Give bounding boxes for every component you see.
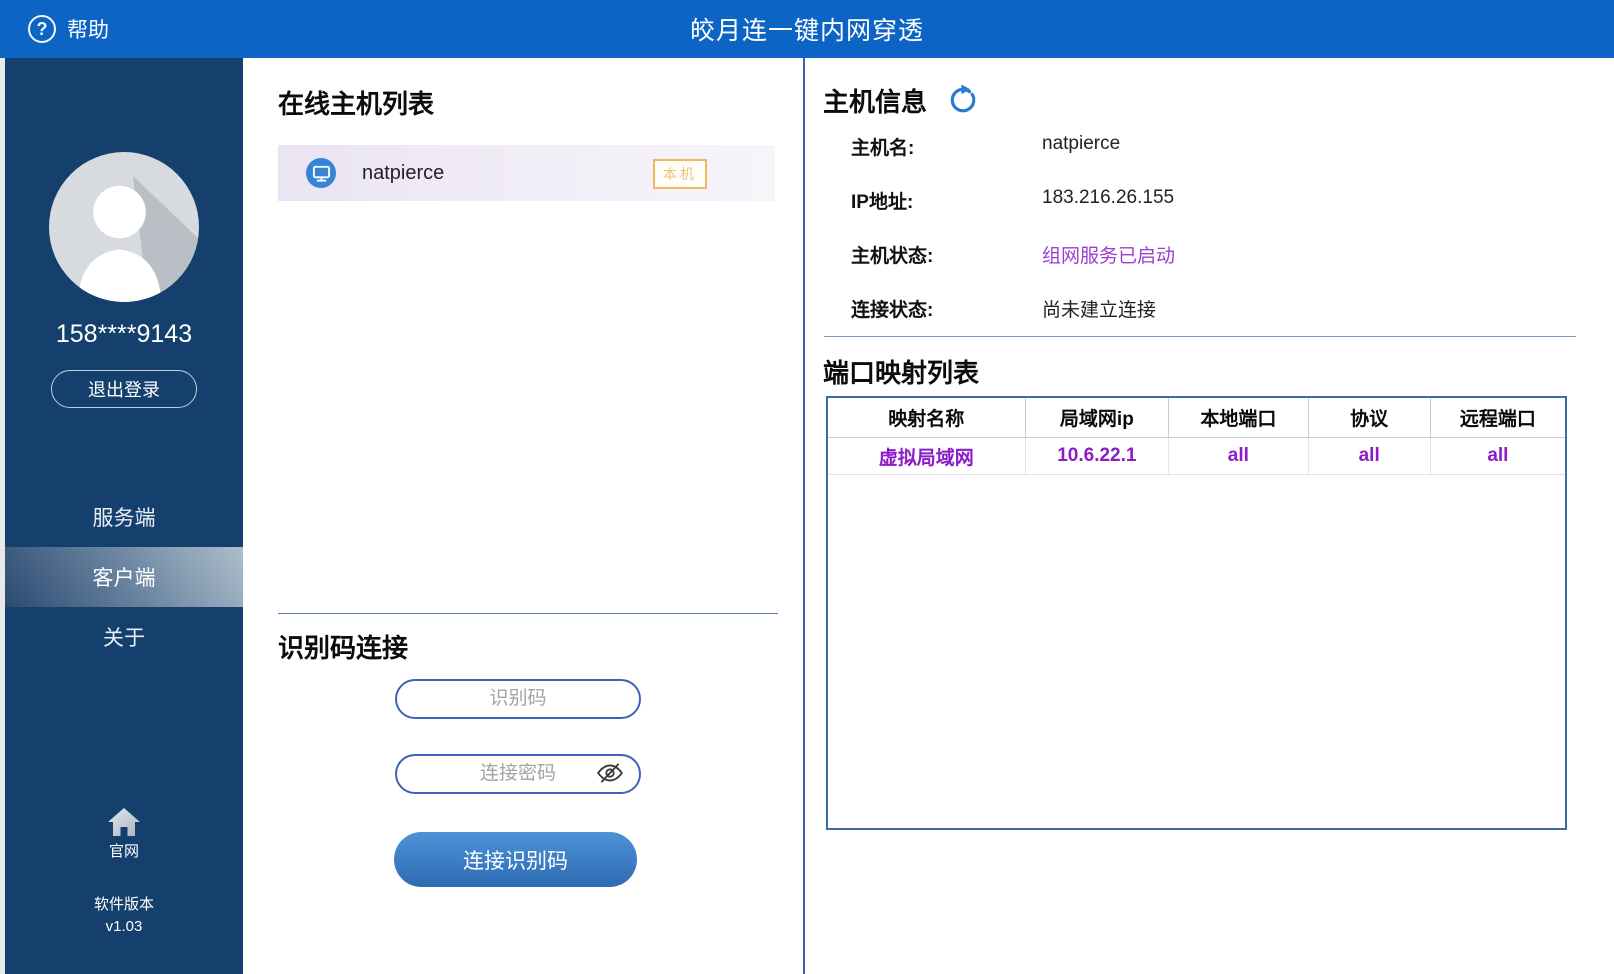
version-number: v1.03: [105, 918, 143, 935]
software-version: 软件版本 v1.03: [5, 894, 243, 938]
header-mapping-name: 映射名称: [828, 398, 1026, 437]
user-phone: 158****9143: [55, 320, 193, 348]
version-label: 软件版本: [93, 896, 154, 913]
table-header-row: 映射名称 局域网ip 本地端口 协议 远程端口: [828, 398, 1565, 438]
port-mapping-title: 端口映射列表: [823, 358, 980, 388]
avatar: [49, 152, 199, 302]
cell-protocol: all: [1309, 438, 1431, 474]
cell-lan-ip: 10.6.22.1: [1026, 438, 1170, 474]
header-lan-ip: 局域网ip: [1026, 398, 1170, 437]
sidebar-menu: 服务端 客户端 关于: [5, 487, 243, 667]
ip-address-value: 183.216.26.155: [1042, 187, 1175, 208]
sidebar: 158****9143 退出登录 服务端 客户端 关于 官网 软件版本 v1.0…: [5, 58, 243, 974]
toggle-password-visibility-button[interactable]: [596, 761, 624, 785]
cell-remote-port: all: [1487, 445, 1509, 466]
eye-off-icon: [597, 763, 623, 783]
connect-id-button[interactable]: 连接识别码: [394, 832, 637, 887]
top-bar: ? 帮助 皎月连一键内网穿透: [0, 0, 1614, 58]
header-remote-port: 远程端口: [1459, 409, 1536, 430]
refresh-icon: [950, 84, 976, 113]
connection-status-label: 连接状态:: [851, 300, 934, 321]
ip-address-label: IP地址:: [851, 192, 914, 213]
host-list-item[interactable]: natpierce 本机: [278, 145, 775, 201]
sidebar-item-server[interactable]: 服务端: [5, 487, 243, 547]
refresh-button[interactable]: [948, 84, 978, 114]
table-row[interactable]: 虚拟局域网 10.6.22.1 all all all: [828, 438, 1565, 475]
sidebar-item-client[interactable]: 客户端: [5, 547, 243, 607]
online-host-list-title: 在线主机列表: [278, 89, 435, 119]
hostname-label: 主机名:: [851, 138, 915, 159]
section-divider: [824, 336, 1576, 337]
identification-code-input[interactable]: [395, 679, 641, 719]
cell-local-port: all: [1169, 438, 1309, 474]
local-machine-badge: 本机: [653, 159, 707, 189]
home-icon: [108, 808, 140, 836]
header-protocol: 协议: [1309, 398, 1431, 437]
section-divider: [278, 613, 778, 614]
cell-mapping-name: 虚拟局域网: [828, 438, 1026, 474]
host-status-label: 主机状态:: [851, 246, 934, 267]
id-connect-title: 识别码连接: [278, 633, 409, 663]
host-name: natpierce: [362, 161, 445, 184]
header-local-port: 本地端口: [1169, 398, 1309, 437]
sidebar-item-about[interactable]: 关于: [5, 607, 243, 667]
hostname-value: natpierce: [1042, 133, 1121, 154]
logout-button[interactable]: 退出登录: [51, 370, 197, 408]
panel-divider: [803, 58, 805, 974]
app-title: 皎月连一键内网穿透: [689, 17, 924, 45]
host-info-title: 主机信息: [823, 87, 928, 117]
official-website-link[interactable]: 官网: [5, 806, 243, 861]
host-status-value: 组网服务已启动: [1042, 246, 1176, 267]
monitor-icon: [306, 158, 336, 188]
official-website-label: 官网: [108, 843, 139, 860]
port-mapping-table: 映射名称 局域网ip 本地端口 协议 远程端口 虚拟局域网 10.6.22.1 …: [826, 396, 1567, 830]
connection-status-value: 尚未建立连接: [1042, 300, 1157, 321]
